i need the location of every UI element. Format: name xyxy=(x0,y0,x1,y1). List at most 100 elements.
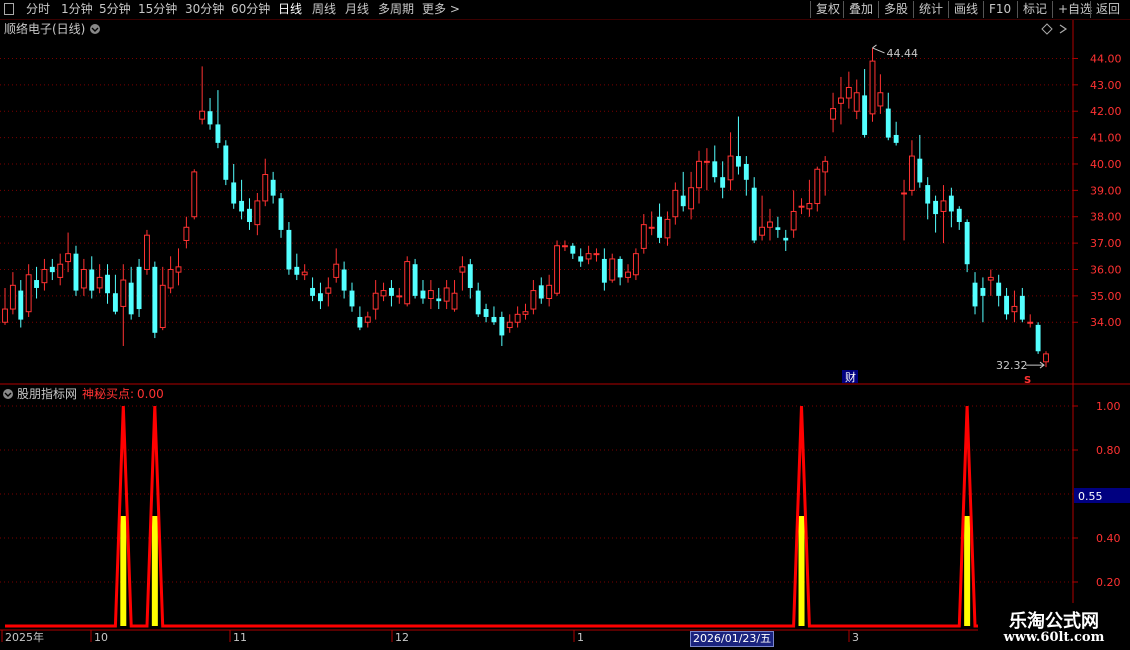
tab-monthly[interactable]: 月线 xyxy=(345,1,369,18)
candle-body xyxy=(1011,305,1018,313)
candle-body xyxy=(459,266,466,273)
candle-body xyxy=(830,108,837,120)
watermark-url: www.60lt.com xyxy=(1003,630,1105,645)
candle xyxy=(688,171,695,220)
tab-weekly[interactable]: 周线 xyxy=(312,1,336,18)
candle xyxy=(1027,314,1034,328)
candle xyxy=(372,280,379,320)
candle xyxy=(404,256,411,307)
candle-body xyxy=(380,290,387,297)
candle-body xyxy=(247,208,252,223)
time-label-mar: 3 xyxy=(852,631,859,644)
candles-layer xyxy=(2,47,1049,368)
candle-body xyxy=(175,266,182,273)
candle-body xyxy=(341,269,347,291)
candle-body xyxy=(436,298,442,302)
tab-1min[interactable]: 1分钟 xyxy=(61,1,93,18)
candle-body xyxy=(869,60,876,115)
candle xyxy=(231,163,237,209)
candle-body xyxy=(996,282,1002,296)
candle-body xyxy=(908,155,915,191)
candle xyxy=(215,90,221,149)
candle-body xyxy=(648,226,655,229)
candle-body xyxy=(152,266,158,333)
candle-body xyxy=(696,160,702,189)
candle xyxy=(310,277,316,302)
price-tick-label: 40.00 xyxy=(1090,158,1122,171)
tab-5min[interactable]: 5分钟 xyxy=(99,1,131,18)
candle xyxy=(617,256,623,286)
candle xyxy=(159,266,166,331)
chevron-right-icon[interactable] xyxy=(1059,24,1068,34)
candle-body xyxy=(948,195,954,212)
indicator-dropdown-icon[interactable] xyxy=(3,389,13,399)
candle-body xyxy=(49,266,55,273)
candle-body xyxy=(617,258,623,278)
candle-body xyxy=(1019,295,1025,320)
toolbar-page-icon[interactable] xyxy=(4,3,14,15)
mark-button[interactable]: 标记 xyxy=(1017,1,1052,18)
candle-body xyxy=(972,282,978,307)
candle xyxy=(514,306,521,328)
candle-body xyxy=(57,263,64,278)
candle xyxy=(380,282,387,302)
candle xyxy=(144,229,150,275)
candle-body xyxy=(767,221,773,228)
candle-body xyxy=(593,253,600,256)
candle xyxy=(57,253,64,286)
diamond-icon[interactable] xyxy=(1041,23,1053,35)
candle xyxy=(9,272,16,315)
candle-body xyxy=(672,189,679,218)
candle-body xyxy=(357,316,363,328)
candle xyxy=(554,240,560,296)
candle xyxy=(333,248,340,283)
tab-multi-period[interactable]: 多周期 xyxy=(378,1,414,18)
candle-body xyxy=(136,266,142,310)
f10-button[interactable]: F10 xyxy=(983,1,1016,18)
candle xyxy=(625,264,631,283)
candle-body xyxy=(570,245,576,254)
candle xyxy=(254,192,261,236)
indicator-tick-label: 0.40 xyxy=(1096,532,1121,545)
candle xyxy=(499,311,505,346)
draw-line-button[interactable]: 画线 xyxy=(948,1,983,18)
candle-body xyxy=(254,200,261,226)
candle-body xyxy=(73,253,79,291)
candle xyxy=(727,132,734,191)
stock-title: 顺络电子(日线) xyxy=(4,21,85,36)
kline-chart[interactable]: 顺络电子(日线) 44.00 43.00 42.00 41.00 40.00 39.00 3… xyxy=(0,20,1130,650)
candle-body xyxy=(207,111,213,125)
back-button[interactable]: 返回 xyxy=(1090,1,1125,18)
tab-minute-chart[interactable]: 分时 xyxy=(26,1,50,18)
candle xyxy=(65,232,72,273)
time-label-oct: 10 xyxy=(94,631,108,644)
tab-more[interactable]: 更多 > xyxy=(422,1,460,18)
tab-30min[interactable]: 30分钟 xyxy=(185,1,224,18)
candle xyxy=(838,76,844,125)
statistics-button[interactable]: 统计 xyxy=(913,1,948,18)
price-tick-label: 39.00 xyxy=(1090,184,1122,197)
candle xyxy=(89,256,95,299)
candle-body xyxy=(783,237,789,241)
candle xyxy=(743,156,749,196)
candle xyxy=(152,261,158,339)
candle-body xyxy=(838,97,844,104)
candle xyxy=(546,274,553,307)
candle xyxy=(506,314,513,333)
tab-15min[interactable]: 15分钟 xyxy=(138,1,177,18)
tab-daily[interactable]: 日线 xyxy=(278,1,302,18)
high-price-label: 44.44 xyxy=(887,47,919,60)
multi-stock-button[interactable]: 多股 xyxy=(878,1,913,18)
candle-body xyxy=(112,293,118,312)
candle xyxy=(830,92,837,133)
candle-body xyxy=(845,86,852,99)
cursor-date-tag: 2026/01/23/五 xyxy=(690,631,775,647)
candle xyxy=(869,47,876,122)
candle xyxy=(933,195,939,233)
overlay-button[interactable]: 叠加 xyxy=(843,1,878,18)
candle-body xyxy=(585,253,592,260)
title-dropdown-icon[interactable] xyxy=(90,24,100,34)
tab-60min[interactable]: 60分钟 xyxy=(231,1,270,18)
candle-body xyxy=(41,268,48,284)
restore-rights-button[interactable]: 复权 xyxy=(810,1,845,18)
